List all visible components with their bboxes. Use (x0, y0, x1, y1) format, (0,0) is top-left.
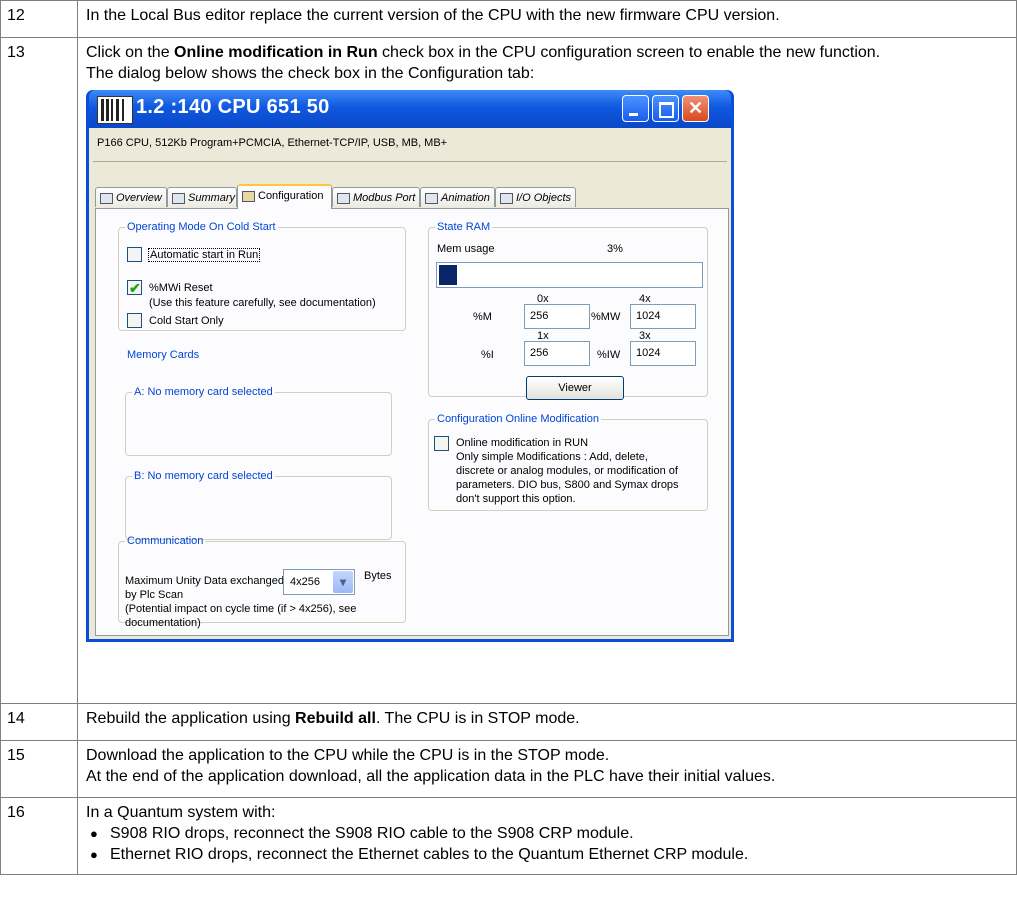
card-b-label: B: No memory card selected (134, 470, 273, 482)
mw-label: %MW (591, 311, 621, 323)
configuration-icon (242, 191, 255, 202)
mem-usage-fill (439, 265, 457, 285)
chevron-down-icon[interactable]: ▾ (333, 571, 353, 593)
step-row-15: 15 Download the application to the CPU w… (0, 740, 1017, 798)
dialog-title: 1.2 :140 CPU 651 50 (136, 96, 330, 118)
tab-animation[interactable]: Animation (420, 187, 495, 207)
tab-overview[interactable]: Overview (95, 187, 167, 207)
card-a-label: A: No memory card selected (134, 386, 273, 398)
command-name: Rebuild all (295, 710, 376, 727)
i-input[interactable]: 256 (524, 341, 590, 366)
module-icon (97, 96, 133, 124)
cycle-time-note: (Potential impact on cycle time (if > 4x… (125, 603, 357, 615)
cold-start-only-label: Cold Start Only (149, 315, 224, 327)
dialog-client: P166 CPU, 512Kb Program+PCMCIA, Ethernet… (89, 128, 731, 639)
minimize-button[interactable] (622, 95, 649, 122)
online-modification-checkbox[interactable] (434, 436, 449, 451)
viewer-button[interactable]: Viewer (526, 376, 624, 400)
automatic-start-label: Automatic start in Run (147, 248, 261, 262)
step-text: Click on the Online modification in Run … (86, 44, 881, 61)
i-label: %I (481, 349, 494, 361)
mw-input[interactable]: 1024 (630, 304, 696, 329)
online-modification-label: Online modification in RUN (456, 437, 589, 449)
online-mod-desc: Only simple Modifications : Add, delete, (456, 451, 648, 463)
memory-card-a-group: A: No memory card selected (125, 382, 392, 456)
group-legend: Operating Mode On Cold Start (127, 221, 276, 233)
cold-start-group: Operating Mode On Cold Start Automatic s… (118, 217, 406, 331)
iw-label: %IW (597, 349, 621, 361)
mwi-reset-note: (Use this feature carefully, see documen… (149, 297, 376, 309)
configuration-panel: Operating Mode On Cold Start Automatic s… (95, 208, 729, 636)
state-ram-group: State RAM Mem usage 3% 0x 4x %M 256 %MW … (428, 217, 708, 400)
maximize-button[interactable] (652, 95, 679, 122)
mwi-reset-checkbox[interactable] (127, 278, 142, 299)
online-modification-group: Configuration Online Modification Online… (428, 409, 708, 511)
step-number: 14 (0, 703, 78, 741)
io-objects-icon (500, 193, 513, 204)
cycle-time-note-line2: documentation) (125, 617, 201, 629)
list-item: S908 RIO drops, reconnect the S908 RIO c… (86, 823, 1008, 844)
step-number: 16 (0, 797, 78, 875)
group-legend: Memory Cards (127, 349, 200, 361)
dialog-title-bar[interactable]: 1.2 :140 CPU 651 50 ✕ (89, 90, 731, 128)
tab-modbus-port[interactable]: Modbus Port (332, 187, 420, 207)
animation-icon (425, 193, 438, 204)
mem-usage-label: Mem usage (437, 243, 495, 255)
cpu-description: P166 CPU, 512Kb Program+PCMCIA, Ethernet… (93, 128, 727, 162)
m-label: %M (473, 311, 492, 323)
mem-usage-percent: 3% (607, 243, 623, 255)
cpu-properties-dialog: 1.2 :140 CPU 651 50 ✕ P166 CPU, 512Kb Pr… (86, 90, 734, 642)
cold-start-only-checkbox[interactable] (127, 313, 142, 328)
step-row-16: 16 In a Quantum system with: S908 RIO dr… (0, 797, 1017, 875)
max-data-select[interactable]: 4x256 ▾ (283, 569, 355, 595)
step-row-13: 13 Click on the Online modification in R… (0, 37, 1017, 704)
procedure-table: 12 In the Local Bus editor replace the c… (0, 0, 1017, 875)
step-content: Click on the Online modification in Run … (77, 37, 1017, 704)
step-text: Rebuild the application using Rebuild al… (77, 703, 1017, 741)
group-legend: Configuration Online Modification (437, 413, 600, 425)
online-mod-desc: discrete or analog modules, or modificat… (456, 465, 678, 477)
mwi-reset-label: %MWi Reset (149, 282, 213, 294)
online-mod-desc: don't support this option. (456, 493, 576, 505)
m-input[interactable]: 256 (524, 304, 590, 329)
overview-icon (100, 193, 113, 204)
close-button[interactable]: ✕ (682, 95, 709, 122)
tab-summary[interactable]: Summary (167, 187, 237, 207)
step-intro: In a Quantum system with: (86, 804, 276, 821)
bytes-unit: Bytes (364, 570, 392, 582)
step-number: 13 (0, 37, 78, 704)
tab-io-objects[interactable]: I/O Objects (495, 187, 576, 207)
step-content: Download the application to the CPU whil… (77, 740, 1017, 798)
summary-icon (172, 193, 185, 204)
memory-card-b-group: B: No memory card selected (125, 466, 392, 540)
group-legend: State RAM (437, 221, 491, 233)
list-item: Ethernet RIO drops, reconnect the Ethern… (86, 844, 1008, 865)
step-text-line2: At the end of the application download, … (86, 768, 776, 785)
tab-configuration[interactable]: Configuration (237, 184, 332, 209)
step-text: Download the application to the CPU whil… (86, 747, 610, 764)
step-number: 12 (0, 0, 78, 38)
step-number: 15 (0, 740, 78, 798)
memory-cards-group: Memory Cards A: No memory card selected … (118, 345, 406, 540)
step-text: In the Local Bus editor replace the curr… (77, 0, 1017, 38)
max-data-label-line2: by Plc Scan (125, 589, 184, 601)
online-mod-desc: parameters. DIO bus, S800 and Symax drop… (456, 479, 679, 491)
automatic-start-checkbox[interactable] (127, 247, 142, 262)
communication-group: Communication Maximum Unity Data exchang… (118, 531, 406, 629)
step-row-12: 12 In the Local Bus editor replace the c… (0, 0, 1017, 38)
bullet-list: S908 RIO drops, reconnect the S908 RIO c… (86, 823, 1008, 865)
mem-usage-bar (436, 262, 703, 288)
step-row-14: 14 Rebuild the application using Rebuild… (0, 703, 1017, 741)
modbus-port-icon (337, 193, 350, 204)
group-legend: Communication (127, 535, 204, 547)
iw-input[interactable]: 1024 (630, 341, 696, 366)
max-data-label: Maximum Unity Data exchanged (125, 575, 284, 587)
option-name: Online modification in Run (174, 44, 378, 61)
step-content: In a Quantum system with: S908 RIO drops… (77, 797, 1017, 875)
step-text-line2: The dialog below shows the check box in … (86, 65, 535, 82)
